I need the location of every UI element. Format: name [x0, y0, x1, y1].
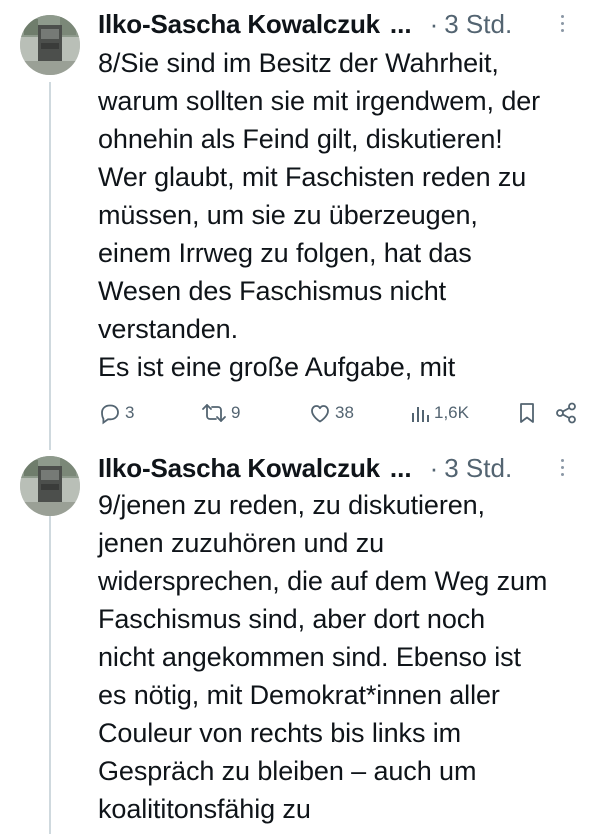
avatar[interactable] [20, 456, 80, 516]
tweet[interactable]: Ilko-Sascha Kowalczuk ... · 3 Std. 9/jen… [0, 450, 610, 834]
views-button[interactable]: 1,6K [411, 398, 469, 428]
avatar[interactable] [20, 15, 80, 75]
repost-button[interactable]: 9 [200, 398, 240, 428]
timestamp[interactable]: 3 Std. [444, 450, 512, 486]
reply-button[interactable]: 3 [98, 398, 134, 428]
share-icon [554, 401, 578, 425]
more-icon[interactable] [552, 452, 572, 482]
tweet-text: 8/Sie sind im Besitz der Wahrheit, warum… [98, 48, 541, 382]
timestamp[interactable]: 3 Std. [444, 6, 512, 42]
like-button[interactable]: 38 [308, 398, 354, 428]
tweet-text: 9/jenen zu reden, zu diskutieren, jenen … [98, 490, 548, 824]
repost-icon [200, 401, 228, 425]
repost-count: 9 [231, 403, 241, 422]
author-name[interactable]: Ilko-Sascha Kowalczuk [98, 450, 380, 486]
share-button[interactable] [554, 398, 578, 428]
separator-dot: · [429, 9, 439, 39]
separator-dot: · [429, 453, 439, 483]
author-name[interactable]: Ilko-Sascha Kowalczuk [98, 6, 380, 42]
bookmark-button[interactable] [516, 398, 538, 428]
bookmark-icon [516, 401, 538, 425]
action-bar: 3 9 38 1,6K [98, 398, 588, 428]
views-icon [411, 401, 431, 425]
name-ellipsis: ... [389, 453, 412, 483]
reply-count: 3 [125, 403, 135, 422]
reply-icon [98, 401, 122, 425]
tweet[interactable]: Ilko-Sascha Kowalczuk ... · 3 Std. 8/Sie… [0, 0, 610, 450]
views-count: 1,6K [434, 403, 469, 422]
heart-icon [308, 401, 332, 425]
like-count: 38 [335, 403, 354, 422]
more-icon[interactable] [552, 8, 572, 38]
name-ellipsis: ... [389, 9, 412, 39]
